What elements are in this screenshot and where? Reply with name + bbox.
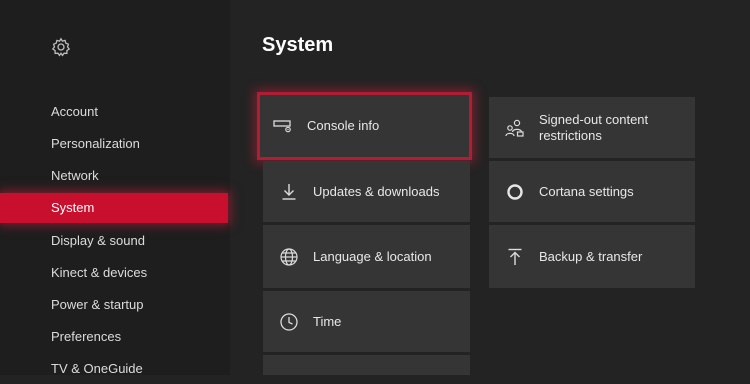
- cortana-ring-icon: [505, 182, 525, 202]
- time-tile[interactable]: Time: [263, 291, 470, 352]
- console-icon: [273, 116, 293, 136]
- tile-label: Backup & transfer: [539, 248, 643, 264]
- sidebar-item-power-startup[interactable]: Power & startup: [0, 290, 228, 320]
- sidebar-item-personalization[interactable]: Personalization: [0, 129, 228, 159]
- clock-icon: [279, 312, 299, 332]
- cortana-settings-tile[interactable]: Cortana settings: [489, 161, 695, 222]
- partial-tile[interactable]: [263, 355, 470, 375]
- tile-label: Cortana settings: [539, 183, 634, 199]
- sidebar-item-preferences[interactable]: Preferences: [0, 322, 228, 352]
- console-info-tile[interactable]: Console info: [257, 92, 472, 160]
- download-icon: [279, 182, 299, 202]
- sidebar-item-system[interactable]: System: [0, 193, 228, 223]
- sidebar-item-account[interactable]: Account: [0, 97, 228, 127]
- upload-icon: [505, 247, 525, 267]
- page-title: System: [262, 34, 334, 56]
- gear-icon[interactable]: [51, 37, 71, 57]
- tile-label: Console info: [307, 118, 380, 133]
- language-location-tile[interactable]: Language & location: [263, 225, 470, 288]
- sidebar: Account Personalization Network System D…: [0, 0, 230, 376]
- sidebar-item-display-sound[interactable]: Display & sound: [0, 226, 228, 256]
- tile-label: Language & location: [313, 248, 432, 264]
- sidebar-item-tv-oneguide[interactable]: TV & OneGuide: [0, 354, 228, 384]
- signed-out-content-restrictions-tile[interactable]: Signed-out content restrictions: [489, 97, 695, 158]
- tile-label: Signed-out content restrictions: [539, 111, 649, 143]
- tile-label: Updates & downloads: [313, 183, 440, 199]
- backup-transfer-tile[interactable]: Backup & transfer: [489, 225, 695, 288]
- tile-label: Time: [313, 313, 342, 329]
- users-lock-icon: [505, 118, 525, 138]
- sidebar-item-kinect-devices[interactable]: Kinect & devices: [0, 258, 228, 288]
- sidebar-item-network[interactable]: Network: [0, 161, 228, 191]
- updates-downloads-tile[interactable]: Updates & downloads: [263, 161, 470, 222]
- globe-icon: [279, 247, 299, 267]
